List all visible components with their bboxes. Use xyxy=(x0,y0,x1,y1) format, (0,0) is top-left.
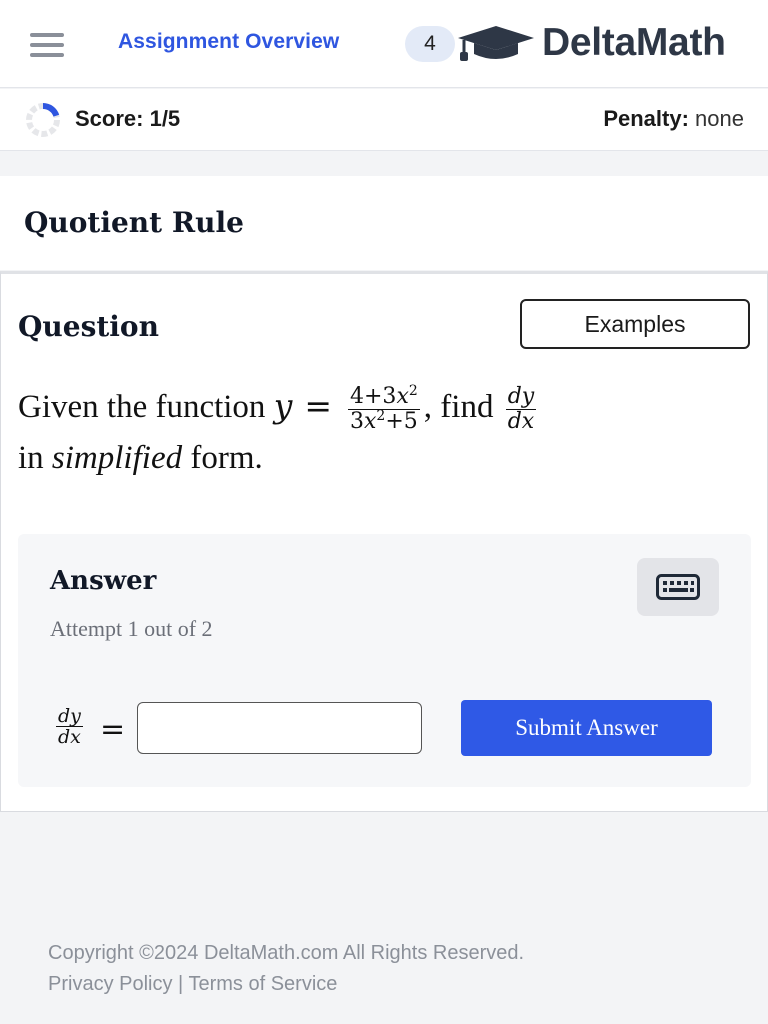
equals-sign: = xyxy=(304,386,332,425)
hamburger-menu-icon[interactable] xyxy=(30,33,64,57)
footer-links: Privacy Policy | Terms of Service xyxy=(48,969,524,1000)
question-prefix: Given the function xyxy=(18,389,266,425)
problem-title: Quotient Rule xyxy=(24,206,244,239)
score-bar: Score: 1/5 Penalty: none xyxy=(0,89,768,151)
simplified-emphasis: simplified xyxy=(51,439,183,476)
denominator-coefficient: 3 xyxy=(350,408,364,434)
answer-derivative-label: dy dx xyxy=(56,706,83,747)
denominator-variable: x xyxy=(364,408,377,434)
assignment-count-badge: 4 xyxy=(405,26,455,62)
line2-suffix: form. xyxy=(190,439,263,476)
submit-answer-button[interactable]: Submit Answer xyxy=(461,700,712,756)
answer-panel: Answer Attempt 1 out of 2 dy dx = Submit… xyxy=(18,534,751,787)
hamburger-line xyxy=(30,53,64,57)
answer-heading: Answer xyxy=(50,566,157,596)
progress-ring-icon xyxy=(26,103,60,137)
answer-input[interactable] xyxy=(137,702,422,754)
penalty-info: Penalty: none xyxy=(603,106,744,132)
question-text: Given the function y = 4+3x2 3x2+5 , find… xyxy=(18,382,738,482)
examples-button[interactable]: Examples xyxy=(520,299,750,349)
answer-derivative-numerator: dy xyxy=(56,705,83,727)
function-fraction: 4+3x2 3x2+5 xyxy=(348,382,420,434)
deltamath-logo[interactable]: DeltaMath xyxy=(456,20,726,66)
terms-of-service-link[interactable]: Terms of Service xyxy=(188,973,337,995)
problem-title-card: Quotient Rule xyxy=(0,176,768,270)
graduation-cap-icon xyxy=(458,26,534,61)
attempt-counter: Attempt 1 out of 2 xyxy=(50,616,213,641)
penalty-label: Penalty: xyxy=(603,106,689,131)
top-bar: Assignment Overview 4 DeltaMath xyxy=(0,0,768,88)
footer-separator: | xyxy=(178,973,184,995)
numerator-exponent: 2 xyxy=(408,382,418,399)
numerator-variable: x xyxy=(396,383,409,409)
question-card: Question Examples Given the function y = … xyxy=(0,271,768,812)
privacy-policy-link[interactable]: Privacy Policy xyxy=(48,973,172,995)
math-keyboard-button[interactable] xyxy=(637,558,719,616)
question-heading: Question xyxy=(18,310,159,343)
assignment-overview-link[interactable]: Assignment Overview xyxy=(118,30,339,54)
answer-derivative-denominator: dx xyxy=(58,726,81,748)
function-variable: y xyxy=(273,386,293,425)
score-label: Score: 1/5 xyxy=(75,106,181,131)
denominator-constant: +5 xyxy=(385,408,418,434)
line2-prefix: in xyxy=(18,439,44,476)
derivative-numerator: dy xyxy=(505,383,537,410)
logo-text: DeltaMath xyxy=(542,21,726,64)
fraction-numerator: 4+3x2 xyxy=(348,382,420,410)
derivative-denominator: dx xyxy=(507,408,535,434)
hamburger-line xyxy=(30,33,64,37)
answer-equals-sign: = xyxy=(100,712,126,747)
fraction-denominator: 3x2+5 xyxy=(348,407,420,434)
keyboard-icon xyxy=(656,574,700,600)
copyright-text: Copyright ©2024 DeltaMath.com All Rights… xyxy=(48,942,525,964)
footer: Copyright ©2024 DeltaMath.com All Rights… xyxy=(48,938,524,1000)
denominator-exponent: 2 xyxy=(376,407,386,424)
derivative-fraction: dy dx xyxy=(505,383,537,434)
numerator-constant: 4+3 xyxy=(350,383,397,409)
hamburger-line xyxy=(30,43,64,47)
find-text: , find xyxy=(423,389,494,425)
penalty-value: none xyxy=(695,106,744,131)
